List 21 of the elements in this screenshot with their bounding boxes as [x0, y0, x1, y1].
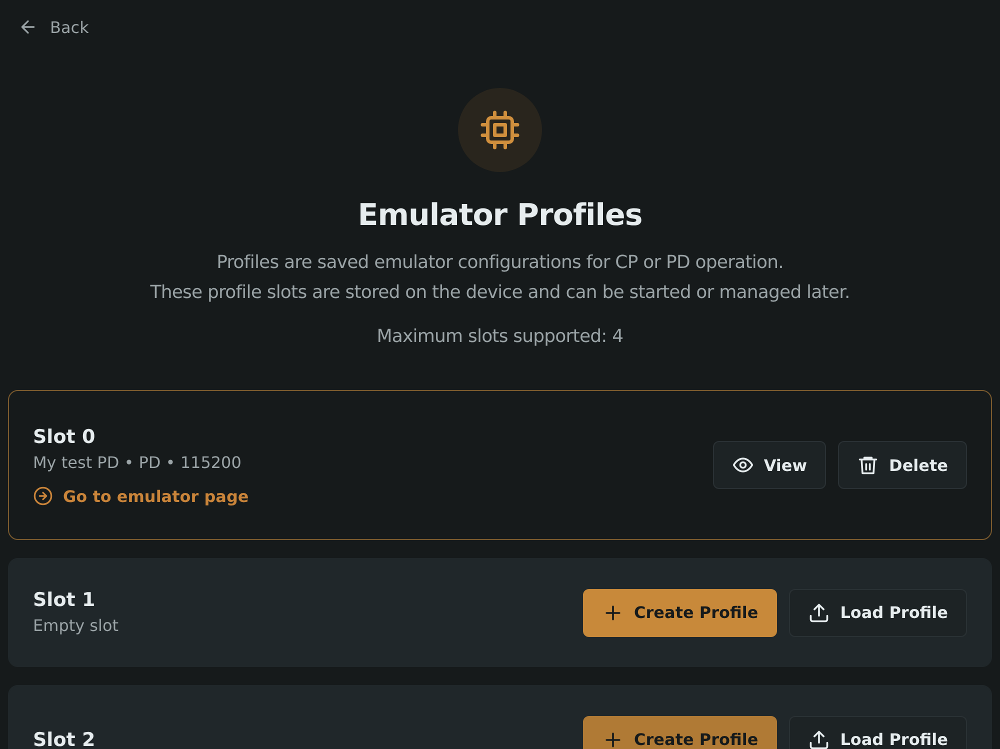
view-button[interactable]: View [712, 441, 826, 489]
upload-icon [808, 728, 830, 749]
delete-button[interactable]: Delete [838, 441, 967, 489]
description: Profiles are saved emulator configurations for CP or PD operation. These profile slots are stored on the device and can be started or managed later. [150, 251, 850, 305]
arrow-circle-icon [33, 486, 53, 506]
upload-icon [808, 602, 830, 624]
load-button[interactable]: Load Profile [789, 588, 967, 636]
page-title: Emulator Profiles [358, 197, 642, 235]
slot-title: Slot 2 [33, 728, 96, 749]
emulator-page-link[interactable]: Go to emulator page [33, 486, 249, 506]
slot-subtitle: Empty slot [33, 614, 119, 636]
create-button[interactable]: Create Profile [583, 716, 778, 749]
slot-subtitle: My test PD • PD • 115200 [33, 452, 242, 474]
create-button[interactable]: Create Profile [583, 588, 778, 636]
slot-title: Slot 1 [33, 588, 96, 612]
load-button[interactable]: Load Profile [789, 716, 967, 749]
trash-icon [857, 454, 880, 476]
chip-icon [479, 109, 521, 151]
max-slots-text: Maximum slots supported: 4 [376, 325, 624, 349]
back-link[interactable]: Back [18, 15, 89, 39]
slot-title: Slot 0 [33, 425, 96, 450]
